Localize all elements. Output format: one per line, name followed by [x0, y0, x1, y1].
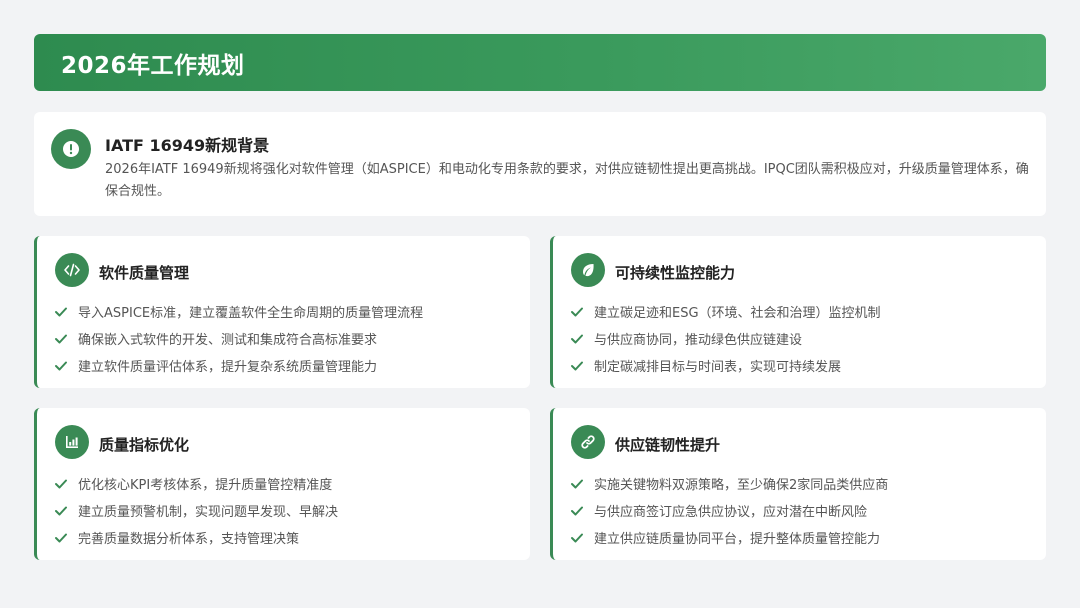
alert-icon — [51, 129, 91, 169]
check-icon — [54, 478, 70, 490]
page-title: 2026年工作规划 — [61, 52, 245, 79]
check-icon — [54, 306, 70, 318]
check-icon — [570, 478, 586, 490]
list-item-text: 实施关键物料双源策略，至少确保2家同品类供应商 — [594, 478, 889, 493]
list-item: 实施关键物料双源策略，至少确保2家同品类供应商 — [570, 470, 888, 497]
card-software-quality: 软件质量管理 导入ASPICE标准，建立覆盖软件全生命周期的质量管理流程 确保嵌… — [34, 236, 530, 388]
card-list: 导入ASPICE标准，建立覆盖软件全生命周期的质量管理流程 确保嵌入式软件的开发… — [54, 298, 423, 379]
list-item-text: 建立质量预警机制，实现问题早发现、早解决 — [78, 505, 339, 520]
slide: 2026年工作规划 IATF 16949新规背景 2026年IATF 16949… — [0, 0, 1080, 608]
list-item: 建立碳足迹和ESG（环境、社会和治理）监控机制 — [570, 298, 881, 325]
list-item-text: 制定碳减排目标与时间表，实现可持续发展 — [594, 360, 842, 375]
background-card: IATF 16949新规背景 2026年IATF 16949新规将强化对软件管理… — [34, 112, 1046, 216]
check-icon — [54, 505, 70, 517]
card-quality-metrics: 质量指标优化 优化核心KPI考核体系，提升质量管控精准度 建立质量预警机制，实现… — [34, 408, 530, 560]
link-icon — [571, 425, 605, 459]
list-item: 确保嵌入式软件的开发、测试和集成符合高标准要求 — [54, 325, 423, 352]
card-title: 软件质量管理 — [99, 264, 190, 282]
card-list: 建立碳足迹和ESG（环境、社会和治理）监控机制 与供应商协同，推动绿色供应链建设… — [570, 298, 881, 379]
card-supply-chain: 供应链韧性提升 实施关键物料双源策略，至少确保2家同品类供应商 与供应商签订应急… — [550, 408, 1046, 560]
list-item: 优化核心KPI考核体系，提升质量管控精准度 — [54, 470, 338, 497]
header-banner: 2026年工作规划 — [34, 34, 1046, 91]
check-icon — [570, 306, 586, 318]
list-item-text: 与供应商协同，推动绿色供应链建设 — [594, 333, 803, 348]
list-item-text: 导入ASPICE标准，建立覆盖软件全生命周期的质量管理流程 — [78, 306, 424, 321]
list-item: 建立供应链质量协同平台，提升整体质量管控能力 — [570, 524, 888, 551]
list-item-text: 完善质量数据分析体系，支持管理决策 — [78, 532, 300, 547]
check-icon — [570, 532, 586, 544]
list-item: 制定碳减排目标与时间表，实现可持续发展 — [570, 352, 881, 379]
list-item-text: 建立软件质量评估体系，提升复杂系统质量管理能力 — [78, 360, 378, 375]
list-item: 导入ASPICE标准，建立覆盖软件全生命周期的质量管理流程 — [54, 298, 423, 325]
check-icon — [570, 505, 586, 517]
check-icon — [570, 360, 586, 372]
list-item-text: 确保嵌入式软件的开发、测试和集成符合高标准要求 — [78, 333, 378, 348]
card-title: 供应链韧性提升 — [615, 436, 721, 454]
card-list: 优化核心KPI考核体系，提升质量管控精准度 建立质量预警机制，实现问题早发现、早… — [54, 470, 338, 551]
list-item: 与供应商协同，推动绿色供应链建设 — [570, 325, 881, 352]
card-list: 实施关键物料双源策略，至少确保2家同品类供应商 与供应商签订应急供应协议，应对潜… — [570, 470, 888, 551]
card-title: 可持续性监控能力 — [615, 264, 736, 282]
leaf-icon — [571, 253, 605, 287]
list-item-text: 建立供应链质量协同平台，提升整体质量管控能力 — [594, 532, 881, 547]
list-item-text: 优化核心KPI考核体系，提升质量管控精准度 — [78, 478, 333, 493]
check-icon — [54, 333, 70, 345]
background-title: IATF 16949新规背景 — [105, 136, 270, 155]
code-icon — [55, 253, 89, 287]
list-item-text: 与供应商签订应急供应协议，应对潜在中断风险 — [594, 505, 868, 520]
check-icon — [54, 532, 70, 544]
check-icon — [54, 360, 70, 372]
card-title: 质量指标优化 — [99, 436, 190, 454]
chart-icon — [55, 425, 89, 459]
list-item: 完善质量数据分析体系，支持管理决策 — [54, 524, 338, 551]
check-icon — [570, 333, 586, 345]
background-text: 2026年IATF 16949新规将强化对软件管理（如ASPICE）和电动化专用… — [105, 162, 1029, 199]
list-item-text: 建立碳足迹和ESG（环境、社会和治理）监控机制 — [594, 306, 881, 321]
card-sustainability: 可持续性监控能力 建立碳足迹和ESG（环境、社会和治理）监控机制 与供应商协同，… — [550, 236, 1046, 388]
list-item: 与供应商签订应急供应协议，应对潜在中断风险 — [570, 497, 888, 524]
list-item: 建立质量预警机制，实现问题早发现、早解决 — [54, 497, 338, 524]
list-item: 建立软件质量评估体系，提升复杂系统质量管理能力 — [54, 352, 423, 379]
